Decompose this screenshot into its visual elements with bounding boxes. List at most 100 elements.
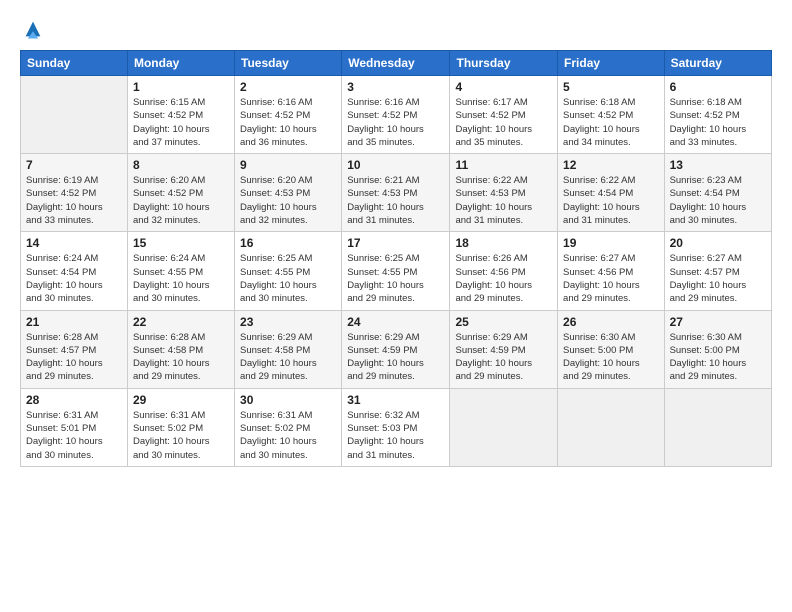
- calendar-cell: 19 Sunrise: 6:27 AM Sunset: 4:56 PM Dayli…: [558, 232, 665, 310]
- day-info: Sunrise: 6:15 AM Sunset: 4:52 PM Dayligh…: [133, 96, 229, 149]
- day-info: Sunrise: 6:30 AM Sunset: 5:00 PM Dayligh…: [563, 331, 659, 384]
- calendar-cell: 2 Sunrise: 6:16 AM Sunset: 4:52 PM Daylig…: [235, 76, 342, 154]
- calendar-cell: 11 Sunrise: 6:22 AM Sunset: 4:53 PM Dayli…: [450, 154, 558, 232]
- calendar-cell: 31 Sunrise: 6:32 AM Sunset: 5:03 PM Dayli…: [342, 388, 450, 466]
- calendar-cell: 9Sunrise: 6:20 AM Sunset: 4:53 PM Daylig…: [235, 154, 342, 232]
- calendar-week-3: 14 Sunrise: 6:24 AM Sunset: 4:54 PM Dayli…: [21, 232, 772, 310]
- calendar-cell: [664, 388, 771, 466]
- calendar-cell: 8Sunrise: 6:20 AM Sunset: 4:52 PM Daylig…: [127, 154, 234, 232]
- calendar-cell: 5 Sunrise: 6:18 AM Sunset: 4:52 PM Daylig…: [558, 76, 665, 154]
- calendar-week-2: 7 Sunrise: 6:19 AM Sunset: 4:52 PM Daylig…: [21, 154, 772, 232]
- calendar-cell: 3 Sunrise: 6:16 AM Sunset: 4:52 PM Daylig…: [342, 76, 450, 154]
- day-number: 29: [133, 393, 229, 407]
- day-info: Sunrise: 6:31 AM Sunset: 5:02 PM Dayligh…: [240, 409, 336, 462]
- day-number: 23: [240, 315, 336, 329]
- day-number: 1: [133, 80, 229, 94]
- day-info: Sunrise: 6:25 AM Sunset: 4:55 PM Dayligh…: [240, 252, 336, 305]
- page: SundayMondayTuesdayWednesdayThursdayFrid…: [0, 0, 792, 612]
- day-number: 13: [670, 158, 766, 172]
- calendar-cell: 24 Sunrise: 6:29 AM Sunset: 4:59 PM Dayli…: [342, 310, 450, 388]
- calendar-cell: 27 Sunrise: 6:30 AM Sunset: 5:00 PM Dayli…: [664, 310, 771, 388]
- day-info: Sunrise: 6:31 AM Sunset: 5:01 PM Dayligh…: [26, 409, 122, 462]
- weekday-header-sunday: Sunday: [21, 51, 128, 76]
- day-info: Sunrise: 6:25 AM Sunset: 4:55 PM Dayligh…: [347, 252, 444, 305]
- weekday-header-wednesday: Wednesday: [342, 51, 450, 76]
- calendar-cell: [450, 388, 558, 466]
- day-number: 31: [347, 393, 444, 407]
- day-info: Sunrise: 6:16 AM Sunset: 4:52 PM Dayligh…: [347, 96, 444, 149]
- day-number: 24: [347, 315, 444, 329]
- weekday-header-row: SundayMondayTuesdayWednesdayThursdayFrid…: [21, 51, 772, 76]
- weekday-header-monday: Monday: [127, 51, 234, 76]
- day-number: 5: [563, 80, 659, 94]
- day-info: Sunrise: 6:28 AM Sunset: 4:57 PM Dayligh…: [26, 331, 122, 384]
- day-number: 17: [347, 236, 444, 250]
- calendar-cell: 16 Sunrise: 6:25 AM Sunset: 4:55 PM Dayli…: [235, 232, 342, 310]
- day-number: 3: [347, 80, 444, 94]
- day-info: Sunrise: 6:27 AM Sunset: 4:57 PM Dayligh…: [670, 252, 766, 305]
- weekday-header-tuesday: Tuesday: [235, 51, 342, 76]
- day-number: 2: [240, 80, 336, 94]
- day-number: 16: [240, 236, 336, 250]
- calendar-table: SundayMondayTuesdayWednesdayThursdayFrid…: [20, 50, 772, 467]
- day-number: 28: [26, 393, 122, 407]
- calendar-cell: 28 Sunrise: 6:31 AM Sunset: 5:01 PM Dayli…: [21, 388, 128, 466]
- day-number: 4: [455, 80, 552, 94]
- day-info: Sunrise: 6:29 AM Sunset: 4:59 PM Dayligh…: [347, 331, 444, 384]
- calendar-week-5: 28 Sunrise: 6:31 AM Sunset: 5:01 PM Dayli…: [21, 388, 772, 466]
- day-number: 8: [133, 158, 229, 172]
- day-number: 18: [455, 236, 552, 250]
- day-number: 27: [670, 315, 766, 329]
- day-number: 22: [133, 315, 229, 329]
- day-number: 6: [670, 80, 766, 94]
- calendar-cell: 4 Sunrise: 6:17 AM Sunset: 4:52 PM Daylig…: [450, 76, 558, 154]
- day-number: 25: [455, 315, 552, 329]
- calendar-week-1: 1 Sunrise: 6:15 AM Sunset: 4:52 PM Daylig…: [21, 76, 772, 154]
- day-info: Sunrise: 6:20 AM Sunset: 4:53 PM Dayligh…: [240, 174, 336, 227]
- calendar-cell: 17 Sunrise: 6:25 AM Sunset: 4:55 PM Dayli…: [342, 232, 450, 310]
- day-info: Sunrise: 6:24 AM Sunset: 4:55 PM Dayligh…: [133, 252, 229, 305]
- header: [20, 18, 772, 40]
- calendar-cell: 22 Sunrise: 6:28 AM Sunset: 4:58 PM Dayli…: [127, 310, 234, 388]
- calendar-week-4: 21 Sunrise: 6:28 AM Sunset: 4:57 PM Dayli…: [21, 310, 772, 388]
- day-info: Sunrise: 6:31 AM Sunset: 5:02 PM Dayligh…: [133, 409, 229, 462]
- calendar-cell: 29 Sunrise: 6:31 AM Sunset: 5:02 PM Dayli…: [127, 388, 234, 466]
- calendar-cell: 10Sunrise: 6:21 AM Sunset: 4:53 PM Dayli…: [342, 154, 450, 232]
- calendar-cell: 26 Sunrise: 6:30 AM Sunset: 5:00 PM Dayli…: [558, 310, 665, 388]
- day-info: Sunrise: 6:22 AM Sunset: 4:54 PM Dayligh…: [563, 174, 659, 227]
- day-info: Sunrise: 6:24 AM Sunset: 4:54 PM Dayligh…: [26, 252, 122, 305]
- day-info: Sunrise: 6:18 AM Sunset: 4:52 PM Dayligh…: [563, 96, 659, 149]
- calendar-cell: 14 Sunrise: 6:24 AM Sunset: 4:54 PM Dayli…: [21, 232, 128, 310]
- calendar-cell: 13 Sunrise: 6:23 AM Sunset: 4:54 PM Dayli…: [664, 154, 771, 232]
- day-info: Sunrise: 6:27 AM Sunset: 4:56 PM Dayligh…: [563, 252, 659, 305]
- day-info: Sunrise: 6:18 AM Sunset: 4:52 PM Dayligh…: [670, 96, 766, 149]
- day-info: Sunrise: 6:19 AM Sunset: 4:52 PM Dayligh…: [26, 174, 122, 227]
- calendar-cell: 15 Sunrise: 6:24 AM Sunset: 4:55 PM Dayli…: [127, 232, 234, 310]
- day-number: 12: [563, 158, 659, 172]
- calendar-cell: 23Sunrise: 6:29 AM Sunset: 4:58 PM Dayli…: [235, 310, 342, 388]
- calendar-cell: 18 Sunrise: 6:26 AM Sunset: 4:56 PM Dayli…: [450, 232, 558, 310]
- day-number: 20: [670, 236, 766, 250]
- day-number: 19: [563, 236, 659, 250]
- day-info: Sunrise: 6:26 AM Sunset: 4:56 PM Dayligh…: [455, 252, 552, 305]
- calendar-cell: 25Sunrise: 6:29 AM Sunset: 4:59 PM Dayli…: [450, 310, 558, 388]
- calendar-cell: 12 Sunrise: 6:22 AM Sunset: 4:54 PM Dayli…: [558, 154, 665, 232]
- day-number: 7: [26, 158, 122, 172]
- calendar-cell: [558, 388, 665, 466]
- calendar-cell: [21, 76, 128, 154]
- day-info: Sunrise: 6:22 AM Sunset: 4:53 PM Dayligh…: [455, 174, 552, 227]
- day-info: Sunrise: 6:32 AM Sunset: 5:03 PM Dayligh…: [347, 409, 444, 462]
- day-info: Sunrise: 6:30 AM Sunset: 5:00 PM Dayligh…: [670, 331, 766, 384]
- weekday-header-friday: Friday: [558, 51, 665, 76]
- day-info: Sunrise: 6:28 AM Sunset: 4:58 PM Dayligh…: [133, 331, 229, 384]
- day-number: 15: [133, 236, 229, 250]
- day-number: 11: [455, 158, 552, 172]
- day-info: Sunrise: 6:16 AM Sunset: 4:52 PM Dayligh…: [240, 96, 336, 149]
- day-number: 26: [563, 315, 659, 329]
- calendar-cell: 7 Sunrise: 6:19 AM Sunset: 4:52 PM Daylig…: [21, 154, 128, 232]
- day-info: Sunrise: 6:17 AM Sunset: 4:52 PM Dayligh…: [455, 96, 552, 149]
- day-number: 14: [26, 236, 122, 250]
- day-number: 21: [26, 315, 122, 329]
- weekday-header-saturday: Saturday: [664, 51, 771, 76]
- day-info: Sunrise: 6:23 AM Sunset: 4:54 PM Dayligh…: [670, 174, 766, 227]
